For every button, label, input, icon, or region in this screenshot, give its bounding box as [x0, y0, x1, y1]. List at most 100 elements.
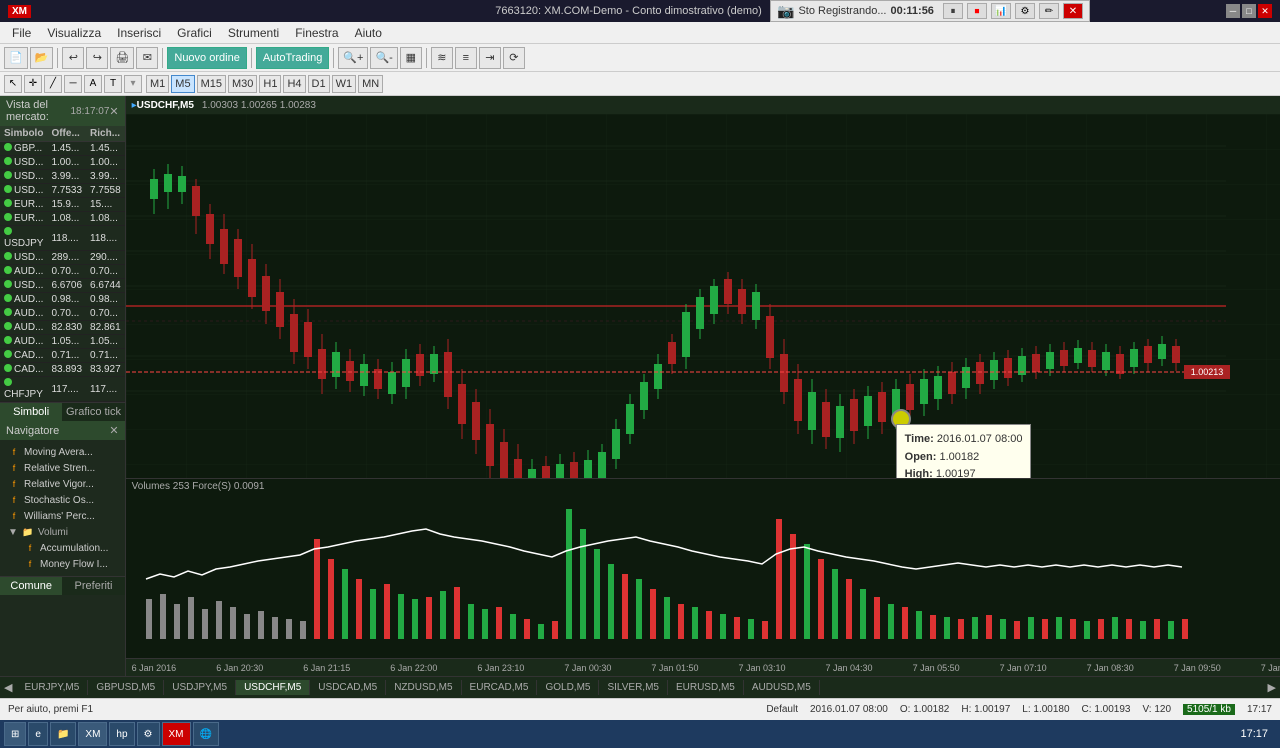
new-order-button[interactable]: Nuovo ordine: [167, 47, 246, 69]
menu-item-inserisci[interactable]: Inserisci: [109, 24, 169, 42]
crosshair-button[interactable]: ✛: [24, 75, 42, 93]
timeframe-btn-w1[interactable]: W1: [332, 75, 357, 93]
navigator-close-icon[interactable]: ✕: [109, 424, 118, 437]
market-row[interactable]: USD... 7.7533 7.7558: [0, 184, 125, 198]
cursor-button[interactable]: ↖: [4, 75, 22, 93]
menu-item-grafici[interactable]: Grafici: [169, 24, 220, 42]
indicators-button[interactable]: ≋: [431, 47, 453, 69]
recording-close-button[interactable]: ✕: [1063, 3, 1083, 19]
market-row[interactable]: CHFJPY 117.... 117....: [0, 377, 125, 402]
recording-settings-button[interactable]: ⚙: [1015, 3, 1035, 19]
nav-item-accumulation[interactable]: f Accumulation...: [4, 540, 121, 556]
taskbar-chrome-button[interactable]: 🌐: [193, 722, 219, 746]
timeframe-btn-h1[interactable]: H1: [259, 75, 281, 93]
timeframe-btn-d1[interactable]: D1: [308, 75, 330, 93]
auto-scroll-button[interactable]: ⟳: [503, 47, 525, 69]
symbol-tab-usdjpy-m5[interactable]: USDJPY,M5: [164, 680, 236, 695]
market-row[interactable]: AUD... 0.70... 0.70...: [0, 265, 125, 279]
symbol-tab-nzdusd-m5[interactable]: NZDUSD,M5: [386, 680, 461, 695]
recording-chart-button[interactable]: 📊: [991, 3, 1011, 19]
line-button[interactable]: ╱: [44, 75, 62, 93]
nav-folder-volumi[interactable]: ▼ 📁 Volumi: [4, 524, 121, 540]
taskbar-task1-button[interactable]: XM: [78, 722, 107, 746]
nav-item-relative-strength[interactable]: f Relative Stren...: [4, 460, 121, 476]
nav-item-moving-average[interactable]: f Moving Avera...: [4, 444, 121, 460]
market-row[interactable]: USD... 289.... 290....: [0, 251, 125, 265]
market-row[interactable]: CAD... 83.893 83.927: [0, 363, 125, 377]
scroll-right-button[interactable]: ⇥: [479, 47, 501, 69]
maximize-button[interactable]: □: [1242, 4, 1256, 18]
mail-button[interactable]: ✉: [136, 47, 158, 69]
market-row[interactable]: USDJPY 118.... 118....: [0, 226, 125, 251]
market-row[interactable]: CAD... 0.71... 0.71...: [0, 349, 125, 363]
zoom-out-button[interactable]: 🔍-: [370, 47, 397, 69]
taskbar-ie-button[interactable]: e: [28, 722, 48, 746]
new-chart-button[interactable]: 📄: [4, 47, 28, 69]
start-button[interactable]: ⊞: [4, 722, 26, 746]
nav-tab-preferiti[interactable]: Preferiti: [62, 577, 124, 595]
symbol-tab-eurcad-m5[interactable]: EURCAD,M5: [462, 680, 538, 695]
zoom-in-button[interactable]: 🔍+: [338, 47, 368, 69]
market-row[interactable]: USD... 1.00... 1.00...: [0, 156, 125, 170]
hline-button[interactable]: ─: [64, 75, 82, 93]
market-watch-close-icon[interactable]: ✕: [109, 105, 118, 118]
menu-item-aiuto[interactable]: Aiuto: [347, 24, 390, 42]
menu-item-finestra[interactable]: Finestra: [287, 24, 346, 42]
market-row[interactable]: AUD... 0.70... 0.70...: [0, 307, 125, 321]
symbol-tab-silver-m5[interactable]: SILVER,M5: [599, 680, 668, 695]
expert-advisor-button[interactable]: ≡: [455, 47, 477, 69]
timeframe-btn-m15[interactable]: M15: [197, 75, 226, 93]
text-button[interactable]: A: [84, 75, 102, 93]
symbol-tab-usdcad-m5[interactable]: USDCAD,M5: [310, 680, 386, 695]
taskbar-hp-button[interactable]: hp: [109, 722, 134, 746]
timeframe-btn-h4[interactable]: H4: [283, 75, 305, 93]
text2-button[interactable]: T: [104, 75, 122, 93]
chart-type-button[interactable]: ▦: [400, 47, 422, 69]
taskbar-xm-button[interactable]: XM: [162, 722, 191, 746]
open-button[interactable]: 📂: [30, 47, 54, 69]
symbol-tab-gbpusd-m5[interactable]: GBPUSD,M5: [88, 680, 164, 695]
nav-tab-comune[interactable]: Comune: [0, 577, 62, 595]
redo-button[interactable]: ↪: [86, 47, 108, 69]
symbol-tabs-scroll-right[interactable]: ▶: [1264, 681, 1280, 694]
market-row[interactable]: AUD... 0.98... 0.98...: [0, 293, 125, 307]
market-row[interactable]: AUD... 82.830 82.861: [0, 321, 125, 335]
taskbar-folder-button[interactable]: 📁: [50, 722, 76, 746]
menu-item-strumenti[interactable]: Strumenti: [220, 24, 287, 42]
nav-item-money-flow[interactable]: f Money Flow I...: [4, 556, 121, 572]
timeframe-btn-m30[interactable]: M30: [228, 75, 257, 93]
market-row[interactable]: GBP... 1.45... 1.45...: [0, 142, 125, 156]
symbol-tab-usdchf-m5[interactable]: USDCHF,M5: [236, 680, 310, 695]
menu-item-file[interactable]: File: [4, 24, 39, 42]
taskbar-settings-button[interactable]: ⚙: [137, 722, 160, 746]
market-row[interactable]: EUR... 1.08... 1.08...: [0, 212, 125, 226]
color-button[interactable]: ▾: [124, 75, 142, 93]
nav-item-williams[interactable]: f Williams' Perc...: [4, 508, 121, 524]
recording-stop-button[interactable]: ⏹: [967, 3, 987, 19]
nav-item-relative-vigor[interactable]: f Relative Vigor...: [4, 476, 121, 492]
symbol-tab-gold-m5[interactable]: GOLD,M5: [537, 680, 599, 695]
market-row[interactable]: EUR... 15.9... 15....: [0, 198, 125, 212]
main-chart[interactable]: 1.009701.008601.007501.006401.005301.004…: [126, 114, 1280, 478]
market-row[interactable]: USD... 6.6706 6.6744: [0, 279, 125, 293]
nav-item-stochastic[interactable]: f Stochastic Os...: [4, 492, 121, 508]
timeframe-btn-m5[interactable]: M5: [171, 75, 194, 93]
tab-simboli[interactable]: Simboli: [0, 402, 62, 421]
symbol-tab-eurusd-m5[interactable]: EURUSD,M5: [668, 680, 744, 695]
timeframe-btn-mn[interactable]: MN: [358, 75, 383, 93]
recording-pen-button[interactable]: ✏: [1039, 3, 1059, 19]
symbol-tab-audusd-m5[interactable]: AUDUSD,M5: [744, 680, 820, 695]
undo-button[interactable]: ↩: [62, 47, 84, 69]
market-row[interactable]: AUD... 1.05... 1.05...: [0, 335, 125, 349]
recording-pause-button[interactable]: ⏸: [943, 3, 963, 19]
symbol-tab-eurjpy-m5[interactable]: EURJPY,M5: [16, 680, 88, 695]
autotrading-button[interactable]: AutoTrading: [256, 47, 330, 69]
close-button[interactable]: ✕: [1258, 4, 1272, 18]
symbol-tabs-scroll-left[interactable]: ◀: [0, 681, 16, 694]
minimize-button[interactable]: ─: [1226, 4, 1240, 18]
menu-item-visualizza[interactable]: Visualizza: [39, 24, 109, 42]
print-button[interactable]: 🖨: [110, 47, 134, 69]
timeframe-btn-m1[interactable]: M1: [146, 75, 169, 93]
market-row[interactable]: USD... 3.99... 3.99...: [0, 170, 125, 184]
tab-grafico-tick[interactable]: Grafico tick: [62, 402, 124, 421]
